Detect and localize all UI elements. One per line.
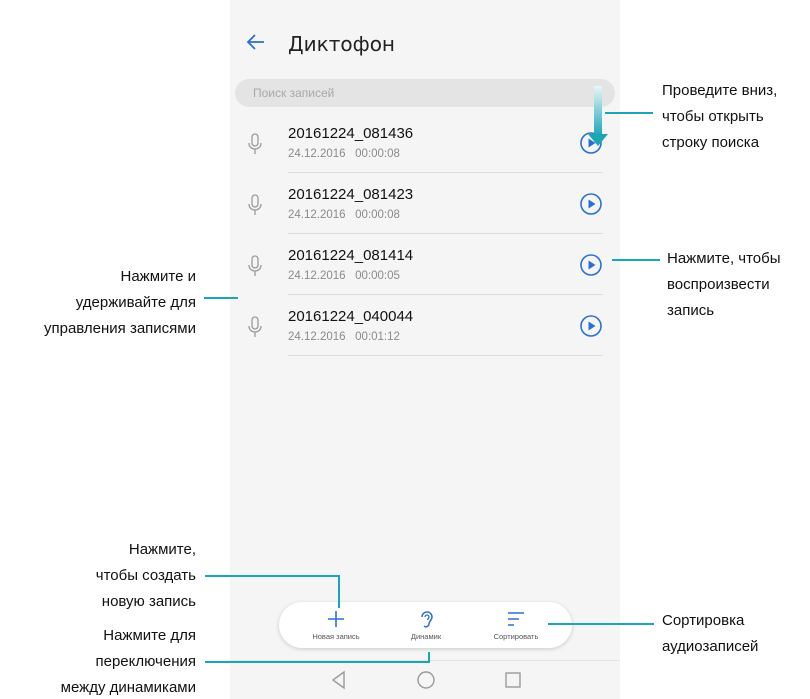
phone-screen: Диктофон Поиск записей 20161224_081436 2… xyxy=(230,0,620,699)
speaker-button[interactable]: Динамик xyxy=(381,602,471,648)
divider xyxy=(288,355,603,356)
sort-icon xyxy=(508,612,524,626)
app-bar: Диктофон xyxy=(230,0,620,80)
list-item[interactable]: 20161224_040044 24.12.2016 00:01:12 xyxy=(230,295,620,356)
callout-text: Сортировка xyxy=(662,612,745,629)
callout-text: удерживайте для xyxy=(75,294,196,311)
new-record-button[interactable]: Новая запись xyxy=(291,602,381,648)
new-record-label: Новая запись xyxy=(312,632,360,641)
callout-sort: Сортировка аудиозаписей xyxy=(662,608,758,660)
callout-create: Нажмите, чтобы создать новую запись xyxy=(40,537,196,615)
callout-line-speaker xyxy=(205,661,429,663)
list-item[interactable]: 20161224_081414 24.12.2016 00:00:05 xyxy=(230,234,620,295)
callout-text: Проведите вниз, xyxy=(662,82,778,99)
callout-line-sort xyxy=(548,623,654,625)
microphone-icon xyxy=(248,194,262,215)
callout-text: запись xyxy=(667,302,715,319)
list-item[interactable]: 20161224_081423 24.12.2016 00:00:08 xyxy=(230,173,620,234)
microphone-icon xyxy=(248,133,262,154)
record-date: 24.12.2016 xyxy=(288,270,346,282)
record-name: 20161224_081436 xyxy=(288,125,414,142)
record-duration: 00:01:12 xyxy=(355,331,400,343)
callout-text: Нажмите и xyxy=(120,268,197,285)
record-duration: 00:00:08 xyxy=(355,209,400,221)
callout-text: новую запись xyxy=(101,593,196,610)
swipe-down-arrow-head xyxy=(588,134,608,146)
ear-icon xyxy=(421,611,433,628)
list-item[interactable]: 20161224_081436 24.12.2016 00:00:08 xyxy=(230,112,620,173)
record-meta: 24.12.2016 00:00:08 xyxy=(288,148,400,160)
record-meta: 24.12.2016 00:00:05 xyxy=(288,270,400,282)
callout-text: Нажмите, чтобы xyxy=(667,250,781,267)
microphone-icon xyxy=(248,255,262,276)
callout-text: аудиозаписей xyxy=(662,638,759,655)
sort-label: Сортировать xyxy=(493,632,539,641)
search-input[interactable]: Поиск записей xyxy=(235,79,615,107)
callout-text: чтобы открыть xyxy=(662,108,764,125)
nav-back-icon[interactable] xyxy=(328,669,350,691)
callout-text: между динамиками xyxy=(60,679,196,696)
callout-text: переключения xyxy=(95,653,197,670)
callout-text: Нажмите, xyxy=(128,541,196,558)
callout-line-create-vertical xyxy=(338,575,340,608)
record-meta: 24.12.2016 00:00:08 xyxy=(288,209,400,221)
play-icon[interactable] xyxy=(579,192,603,216)
bottom-toolbar: Новая запись Динамик Сортировать xyxy=(279,602,572,648)
callout-play: Нажмите, чтобы воспроизвести запись xyxy=(667,246,781,324)
plus-icon xyxy=(328,611,344,627)
back-arrow-icon[interactable] xyxy=(244,30,268,54)
sort-button[interactable]: Сортировать xyxy=(471,602,561,648)
nav-recents-icon[interactable] xyxy=(502,669,524,691)
record-date: 24.12.2016 xyxy=(288,148,346,160)
microphone-icon xyxy=(248,316,262,337)
record-meta: 24.12.2016 00:01:12 xyxy=(288,331,400,343)
callout-line-speaker-vertical xyxy=(428,652,430,663)
search-placeholder: Поиск записей xyxy=(253,86,335,100)
callout-text: Нажмите для xyxy=(103,627,196,644)
callout-text: чтобы создать xyxy=(95,567,196,584)
callout-speaker: Нажмите для переключения между динамикам… xyxy=(2,623,196,699)
callout-hold: Нажмите и удерживайте для управления зап… xyxy=(4,264,196,342)
record-date: 24.12.2016 xyxy=(288,209,346,221)
play-icon[interactable] xyxy=(579,253,603,277)
callout-text: управления записями xyxy=(43,320,196,337)
nav-home-icon[interactable] xyxy=(415,669,437,691)
callout-text: воспроизвести xyxy=(667,276,770,293)
page-title: Диктофон xyxy=(288,32,396,56)
callout-line-hold xyxy=(204,297,238,299)
play-icon[interactable] xyxy=(579,314,603,338)
system-nav-bar xyxy=(230,660,620,699)
record-name: 20161224_040044 xyxy=(288,308,414,325)
record-duration: 00:00:08 xyxy=(355,148,400,160)
callout-line-play xyxy=(612,259,660,261)
record-name: 20161224_081423 xyxy=(288,186,414,203)
callout-line-create xyxy=(205,575,339,577)
record-name: 20161224_081414 xyxy=(288,247,414,264)
swipe-down-arrow xyxy=(594,86,602,136)
callout-swipe: Проведите вниз, чтобы открыть строку пои… xyxy=(662,78,777,156)
callout-text: строку поиска xyxy=(662,134,760,151)
record-date: 24.12.2016 xyxy=(288,331,346,343)
record-duration: 00:00:05 xyxy=(355,270,400,282)
callout-line-swipe xyxy=(605,112,653,114)
speaker-label: Динамик xyxy=(410,632,442,641)
